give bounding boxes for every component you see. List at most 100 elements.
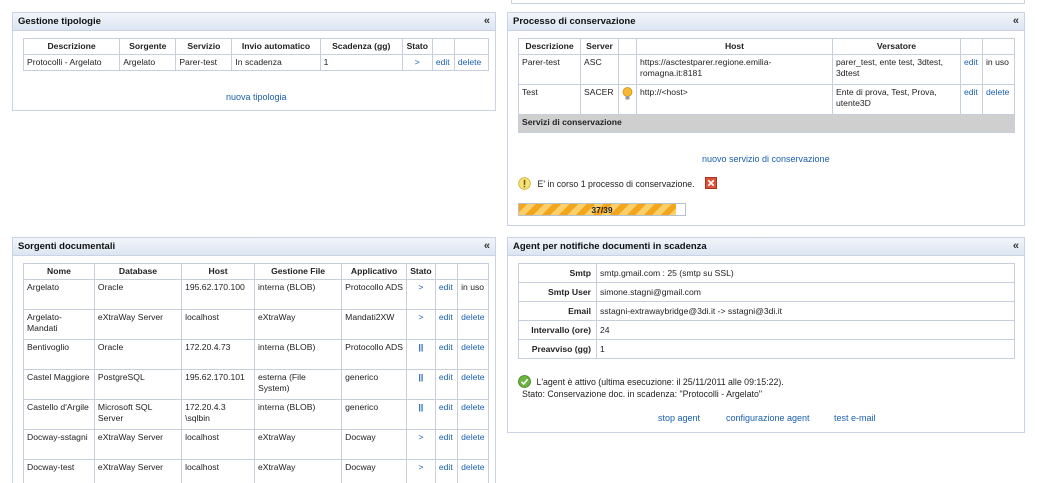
play-button[interactable]: > (406, 459, 436, 483)
delete-link[interactable]: delete (982, 84, 1015, 115)
play-button[interactable]: > (406, 309, 436, 340)
source-host: 172.20.4.3 \sqlbin (181, 399, 256, 430)
table-row: Docway-test eXtraWay Server localhost eXtra… (23, 459, 489, 483)
source-name: Castel Maggiore (23, 369, 95, 400)
column-header: Gestione File (254, 263, 343, 280)
agent-status-line1: L'agent è attivo (ultima esecuzione: il … (536, 377, 784, 387)
source-name: Docway-test (23, 459, 95, 483)
top-panel-edge (511, 0, 1025, 4)
progress-label: 37/39 (591, 205, 613, 215)
pause-button[interactable]: || (406, 339, 436, 370)
edit-link[interactable]: edit (434, 279, 459, 310)
source-app: generico (341, 369, 407, 400)
table-row: Castel Maggiore PostgreSQL 195.62.170.101 e… (23, 369, 489, 400)
edit-link[interactable]: edit (960, 84, 983, 115)
play-button[interactable]: > (401, 54, 433, 71)
column-header: Applicativo (341, 263, 407, 280)
source-app: Protocollo ADS (341, 339, 407, 370)
delete-link[interactable]: delete (457, 309, 489, 340)
column-header: Database (93, 263, 183, 280)
edit-link[interactable]: edit (434, 339, 459, 370)
source-database: eXtraWay Server (93, 459, 183, 483)
edit-link[interactable]: edit (431, 54, 455, 71)
new-tipologia-link[interactable]: nuova tipologia (226, 92, 287, 102)
source-database: Oracle (93, 339, 183, 370)
section-label: Servizi di conservazione (518, 114, 1015, 133)
progress-bar: 37/39 (518, 203, 686, 216)
edit-link[interactable]: edit (434, 369, 459, 400)
source-file-mode: esterna (File System) (254, 369, 343, 400)
pause-button[interactable]: || (406, 399, 436, 430)
play-button[interactable]: > (406, 279, 436, 310)
delete-link[interactable]: delete (457, 339, 489, 370)
source-file-mode: eXtraWay (254, 459, 343, 483)
column-header: Versatore (832, 38, 961, 55)
table-row: Test SACER http://<host> Ente di prova, … (518, 84, 1015, 115)
play-button[interactable]: > (406, 429, 436, 460)
setting-row: Smtp smtp.gmail.com : 25 (smtp su SSL) (518, 263, 1015, 283)
table-row: Docway-sstagni eXtraWay Server localhost eX… (23, 429, 489, 460)
setting-value: simone.stagni@gmail.com (596, 282, 1015, 302)
source-name: Docway-sstagni (23, 429, 95, 460)
collapse-icon[interactable]: « (1013, 15, 1019, 27)
lightbulb-icon (622, 87, 633, 100)
stop-process-icon[interactable] (705, 177, 718, 189)
collapse-icon[interactable]: « (1013, 240, 1019, 252)
pause-button[interactable]: || (406, 369, 436, 400)
new-service-link[interactable]: nuovo servizio di conservazione (702, 154, 830, 164)
source-host: 195.62.170.101 (181, 369, 256, 400)
warning-icon (518, 177, 531, 190)
panel-title: Sorgenti documentali (18, 241, 116, 252)
delete-link[interactable]: delete (457, 459, 489, 483)
collapse-icon[interactable]: « (484, 240, 490, 252)
delete-link[interactable]: delete (453, 54, 490, 71)
setting-value: 24 (596, 320, 1015, 340)
agent-status-line2: Stato: Conservazione doc. in scadenza: "… (522, 389, 762, 399)
agent-header: Agent per notifiche documenti in scadenz… (508, 238, 1024, 256)
table-row: Argelato-Mandati eXtraWay Server localhost… (23, 309, 489, 340)
source-file-mode: interna (BLOB) (254, 279, 343, 310)
setting-label: Email (518, 301, 597, 321)
edit-link[interactable]: edit (434, 399, 459, 430)
column-header: Descrizione (518, 38, 581, 55)
table-row: Castello d'Argile Microsoft SQL Server 172… (23, 399, 489, 430)
delete-link[interactable]: delete (457, 369, 489, 400)
edit-link[interactable]: edit (960, 54, 983, 85)
setting-value: smtp.gmail.com : 25 (smtp su SSL) (596, 263, 1015, 283)
table-header-row: Descrizione Sorgente Servizio Invio auto… (22, 38, 490, 55)
section-row: Servizi di conservazione (518, 114, 1015, 133)
source-database: Microsoft SQL Server (93, 399, 183, 430)
table-row: Bentivoglio Oracle 172.20.4.73 interna (BLO… (23, 339, 489, 370)
edit-link[interactable]: edit (434, 429, 459, 460)
edit-link[interactable]: edit (434, 459, 459, 483)
agent-status: L'agent è attivo (ultima esecuzione: il … (518, 375, 784, 400)
tipologie-header: Gestione tipologie « (13, 13, 495, 31)
setting-label: Smtp (518, 263, 597, 283)
source-database: eXtraWay Server (93, 309, 183, 340)
status-text: E' in corso 1 processo di conservazione. (537, 179, 695, 189)
conservazione-table: Descrizione Server Host Versatore Parer-… (518, 38, 1015, 133)
column-header: Stato (401, 38, 433, 55)
delete-link[interactable]: delete (457, 429, 489, 460)
conservazione-panel: Processo di conservazione « Descrizione … (507, 12, 1025, 226)
source-file-mode: interna (BLOB) (254, 339, 343, 370)
column-header: Sorgente (119, 38, 177, 55)
collapse-icon[interactable]: « (484, 15, 490, 27)
source-host: 195.62.170.100 (181, 279, 256, 310)
source-database: Oracle (93, 279, 183, 310)
column-header: Stato (406, 263, 436, 280)
delete-link[interactable]: delete (457, 399, 489, 430)
test-email-link[interactable]: test e-mail (834, 413, 876, 423)
agent-config-link[interactable]: configurazione agent (726, 413, 810, 423)
setting-row: Preavviso (gg) 1 (518, 339, 1015, 359)
stop-agent-link[interactable]: stop agent (658, 413, 700, 423)
source-app: generico (341, 399, 407, 430)
agent-panel: Agent per notifiche documenti in scadenz… (507, 237, 1025, 433)
tipologie-table: Descrizione Sorgente Servizio Invio auto… (22, 38, 490, 71)
source-app: Docway (341, 429, 407, 460)
source-name: Argelato (23, 279, 95, 310)
source-app: Docway (341, 459, 407, 483)
edit-link[interactable]: edit (434, 309, 459, 340)
check-icon (518, 375, 531, 388)
column-header: Servizio (175, 38, 233, 55)
